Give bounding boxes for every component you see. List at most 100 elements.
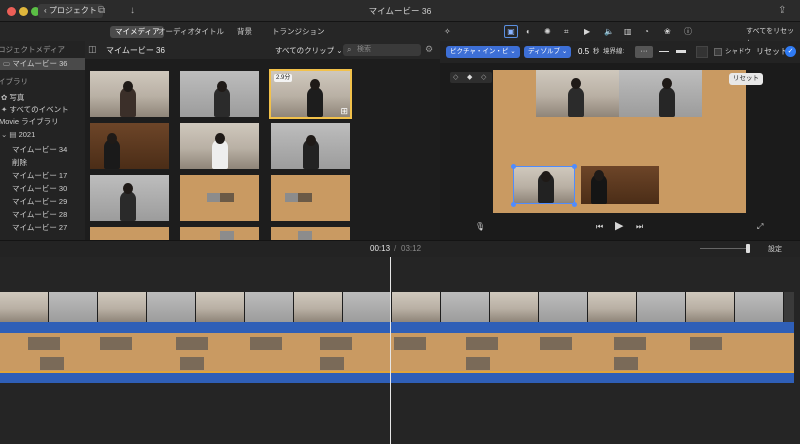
clip-filter-select[interactable]: すべてのクリップ ⌄ — [275, 45, 343, 56]
clip-thumbnail[interactable] — [180, 175, 259, 221]
diamond-icon: ◇ — [453, 74, 459, 81]
fullscreen-icon[interactable]: ⤢ — [757, 221, 763, 233]
sidebar-event-item[interactable]: 削除 — [12, 157, 85, 169]
apply-checkmark-icon[interactable]: ✓ — [785, 46, 796, 57]
sidebar-item-all-events[interactable]: ✦ すべてのイベント — [0, 104, 85, 116]
playhead[interactable] — [390, 257, 391, 444]
main-audio-waveform[interactable] — [0, 322, 794, 333]
tab-titles[interactable]: タイトル — [189, 26, 229, 38]
duration-value[interactable]: 0.5 — [578, 46, 589, 58]
shadow-checkbox[interactable] — [714, 48, 722, 56]
gear-icon[interactable]: ⚙ — [425, 44, 433, 55]
timeline — [0, 257, 800, 444]
skip-back-icon[interactable]: ⏮ — [596, 221, 603, 233]
reset-button[interactable]: リセット — [756, 46, 788, 58]
border-color-swatch[interactable] — [696, 46, 708, 58]
search-placeholder: 検索 — [357, 46, 371, 53]
clip-duration-badge: 2.9分 — [274, 74, 293, 82]
info-icon[interactable]: ⓘ — [684, 26, 692, 38]
border-thin-button[interactable] — [659, 51, 669, 52]
add-clip-icon[interactable]: ⊞ — [340, 107, 348, 116]
sidebar-item-imovie-library[interactable]: Movie ライブラリ — [0, 116, 84, 128]
timeline-settings-button[interactable]: 設定 — [768, 244, 782, 254]
equalizer-icon[interactable]: ▥ — [624, 26, 632, 38]
sidebar-event-item[interactable]: マイムービー 34 — [12, 144, 85, 156]
clip-thumbnail[interactable] — [90, 71, 169, 117]
play-icon[interactable]: ▶ — [615, 220, 623, 232]
sidebar-event-item[interactable]: マイムービー 30 — [12, 183, 85, 195]
star-icon: ✦ — [1, 105, 8, 114]
crop-icon[interactable]: ⌗ — [564, 26, 569, 38]
skip-forward-icon[interactable]: ⏭ — [636, 221, 643, 233]
clip-thumbnail[interactable] — [90, 123, 169, 169]
sidebar-toggle-icon[interactable]: ◫ — [88, 44, 97, 55]
tab-transitions[interactable]: トランジション — [267, 26, 330, 38]
sidebar-item-year-label: 2021 — [18, 130, 36, 139]
speed-gauge-icon[interactable]: ◔ — [644, 26, 649, 38]
video-overlay-icon[interactable]: ▣ — [504, 25, 518, 38]
microphone-icon[interactable]: 🎙 — [475, 221, 485, 233]
pip-frame-piano — [581, 166, 659, 204]
filter-circles-icon[interactable]: ❀ — [664, 26, 671, 38]
clip-thumbnail[interactable] — [90, 227, 169, 240]
clip-thumbnail[interactable] — [271, 123, 350, 169]
resize-handle[interactable] — [572, 202, 577, 207]
timeline-header: 00:13 / 03:12 設定 — [0, 240, 800, 257]
time-separator: / — [394, 244, 397, 253]
color-palette-icon[interactable]: ✺ — [544, 26, 551, 38]
clip-thumbnail[interactable] — [90, 175, 169, 221]
volume-icon[interactable]: 🔈 — [604, 26, 614, 38]
overlay-video-track[interactable] — [0, 333, 794, 371]
border-none-button[interactable]: ··· — [635, 46, 653, 58]
zoom-slider-knob[interactable] — [746, 244, 750, 253]
title-bar: ‹ プロジェクト ⧉ ↓ マイムービー 36 ⇪ — [0, 0, 800, 22]
sidebar-event-item[interactable]: マイムービー 28 — [12, 209, 85, 221]
canvas-reset-chip[interactable]: リセット — [729, 73, 763, 85]
pip-frame-cello[interactable] — [513, 166, 575, 204]
magic-wand-icon[interactable]: ✧ — [444, 26, 451, 38]
video-frame-viola — [619, 70, 702, 117]
transition-style-select[interactable]: ディゾルブ ⌄ — [524, 46, 572, 58]
clip-thumbnail[interactable] — [180, 123, 259, 169]
clip-thumbnail[interactable] — [271, 175, 350, 221]
clip-thumbnail[interactable] — [271, 227, 350, 240]
library-sidebar: ロジェクトメディア ▭ マイムービー 36 イブラリ ✿ 写真 ✦ すべてのイベ… — [0, 41, 85, 240]
overlay-audio-waveform[interactable] — [0, 371, 794, 383]
browser-header: ◫ マイムービー 36 すべてのクリップ ⌄ ⌕ 検索 ⚙ — [85, 41, 440, 59]
zoom-slider[interactable] — [700, 248, 750, 249]
shadow-label: シャドウ — [725, 48, 751, 55]
transform-handle-group[interactable]: ◇ ◆ ◇ — [450, 72, 492, 83]
clip-filter-label: すべてのクリップ — [275, 46, 335, 55]
sidebar-event-item[interactable]: マイムービー 29 — [12, 196, 85, 208]
resize-handle[interactable] — [511, 202, 516, 207]
tab-backgrounds[interactable]: 背景 — [232, 26, 257, 38]
project-media-header: ロジェクトメディア — [0, 45, 65, 54]
clip-thumbnail-selected[interactable]: 2.9分 ⊞ — [269, 69, 352, 119]
color-balance-icon[interactable]: ◐ — [526, 26, 531, 38]
duration-unit: 秒 — [593, 48, 600, 55]
overlay-mode-label: ピクチャ・イン・ピ — [450, 48, 509, 55]
resize-handle[interactable] — [511, 164, 516, 169]
clip-thumbnail[interactable] — [180, 227, 259, 240]
sidebar-event-item[interactable]: マイムービー 17 — [12, 170, 85, 182]
sidebar-event-item[interactable]: マイムービー 27 — [12, 222, 85, 234]
sidebar-item-year[interactable]: ⌄ ▤ 2021 — [0, 129, 85, 141]
total-time: 03:12 — [401, 244, 422, 253]
overlay-adjust-bar: ピクチャ・イン・ピ ⌄ ディゾルブ ⌄ 0.5 秒 境界線: ··· シャドウ … — [440, 41, 800, 63]
overlay-mode-select[interactable]: ピクチャ・イン・ピ ⌄ — [446, 46, 520, 58]
disclosure-chevron-icon: ⌄ — [1, 130, 8, 139]
photos-icon: ✿ — [1, 93, 8, 102]
sidebar-item-photos-label: 写真 — [9, 93, 25, 102]
resize-handle[interactable] — [572, 164, 577, 169]
current-time: 00:13 — [370, 244, 391, 253]
clip-thumbnail[interactable] — [180, 71, 259, 117]
video-canvas[interactable] — [493, 70, 746, 213]
sidebar-item-project[interactable]: ▭ マイムービー 36 — [0, 58, 85, 70]
stabilization-camera-icon[interactable]: ▶ — [584, 26, 590, 38]
sidebar-item-photos[interactable]: ✿ 写真 — [0, 92, 85, 104]
main-video-track[interactable] — [0, 292, 794, 322]
search-field[interactable]: ⌕ 検索 — [343, 44, 421, 56]
share-icon[interactable]: ⇪ — [778, 4, 786, 18]
border-thick-button[interactable] — [676, 50, 686, 53]
media-browser: 2.9分 ⊞ — [85, 59, 440, 240]
